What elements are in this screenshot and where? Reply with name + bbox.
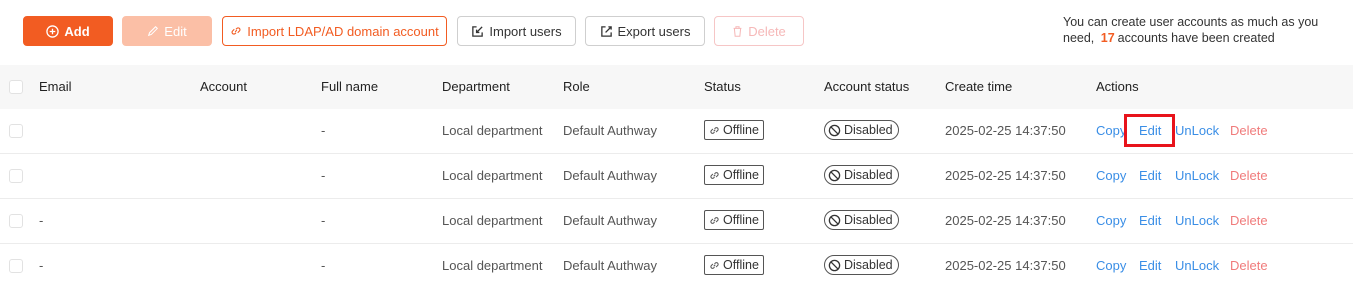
link-icon	[710, 216, 719, 224]
cell-department: Local department	[442, 123, 543, 138]
unlock-link[interactable]: UnLock	[1175, 109, 1219, 153]
import-ldap-button[interactable]: Import LDAP/AD domain account	[222, 16, 447, 46]
pencil-icon	[147, 25, 159, 37]
header-account[interactable]: Account	[200, 65, 247, 109]
delete-link[interactable]: Delete	[1230, 244, 1268, 285]
cell-role: Default Authway	[563, 258, 657, 273]
cell-full-name: -	[321, 258, 326, 273]
copy-link[interactable]: Copy	[1096, 244, 1126, 285]
edit-link[interactable]: Edit	[1139, 244, 1161, 285]
delete-link[interactable]: Delete	[1230, 199, 1268, 243]
delete-link[interactable]: Delete	[1230, 154, 1268, 198]
add-button[interactable]: Add	[23, 16, 113, 46]
export-users-button-label: Export users	[617, 23, 691, 39]
cell-role: Default Authway	[563, 213, 657, 228]
header-email[interactable]: Email	[39, 65, 72, 109]
cell-full-name: -	[321, 168, 326, 183]
table-header: Email Account Full name Department Role …	[0, 65, 1353, 109]
link-icon	[710, 171, 719, 179]
unlock-link[interactable]: UnLock	[1175, 244, 1219, 285]
highlight-box	[1124, 114, 1175, 147]
cell-full-name: -	[321, 213, 326, 228]
import-users-button-label: Import users	[489, 23, 562, 39]
header-role[interactable]: Role	[563, 65, 590, 109]
account-status-label: Disabled	[844, 258, 893, 272]
link-icon	[710, 261, 719, 269]
edit-link[interactable]: Edit	[1139, 199, 1161, 243]
status-badge: Offline	[704, 120, 764, 140]
copy-link[interactable]: Copy	[1096, 199, 1126, 243]
account-status-label: Disabled	[844, 213, 893, 227]
row-checkbox[interactable]	[9, 169, 23, 183]
unlock-link[interactable]: UnLock	[1175, 199, 1219, 243]
edit-button-label: Edit	[164, 23, 187, 39]
status-badge: Offline	[704, 255, 764, 275]
quota-count: 17	[1100, 31, 1115, 45]
cell-role: Default Authway	[563, 168, 657, 183]
cell-department: Local department	[442, 213, 543, 228]
header-full-name[interactable]: Full name	[321, 65, 378, 109]
cell-create-time: 2025-02-25 14:37:50	[945, 258, 1066, 273]
import-ldap-button-label: Import LDAP/AD domain account	[247, 23, 439, 39]
status-label: Offline	[723, 258, 759, 272]
unlock-link[interactable]: UnLock	[1175, 154, 1219, 198]
header-actions: Actions	[1096, 79, 1139, 94]
select-all-checkbox[interactable]	[9, 80, 23, 94]
edit-button[interactable]: Edit	[122, 16, 212, 46]
account-status-badge: Disabled	[824, 255, 899, 275]
status-label: Offline	[723, 213, 759, 227]
status-label: Offline	[723, 123, 759, 137]
table-row: - - Local department Default Authway Off…	[0, 244, 1353, 285]
account-status-badge: Disabled	[824, 210, 899, 230]
cell-email: -	[39, 258, 44, 273]
cell-department: Local department	[442, 168, 543, 183]
plus-circle-icon	[46, 24, 60, 38]
add-button-label: Add	[64, 23, 90, 39]
header-account-status[interactable]: Account status	[824, 65, 909, 109]
import-icon	[471, 25, 484, 38]
cell-create-time: 2025-02-25 14:37:50	[945, 168, 1066, 183]
account-status-badge: Disabled	[824, 120, 899, 140]
cell-email: -	[39, 213, 44, 228]
status-badge: Offline	[704, 210, 764, 230]
cell-department: Local department	[442, 258, 543, 273]
ban-icon	[828, 214, 841, 226]
row-checkbox[interactable]	[9, 124, 23, 138]
status-badge: Offline	[704, 165, 764, 185]
copy-link[interactable]: Copy	[1096, 109, 1126, 153]
header-status[interactable]: Status	[704, 65, 741, 109]
copy-link[interactable]: Copy	[1096, 154, 1126, 198]
cell-full-name: -	[321, 123, 326, 138]
import-users-button[interactable]: Import users	[457, 16, 576, 46]
export-users-button[interactable]: Export users	[585, 16, 705, 46]
edit-link[interactable]: Edit	[1139, 154, 1161, 198]
row-checkbox[interactable]	[9, 259, 23, 273]
link-icon	[230, 25, 242, 37]
header-department[interactable]: Department	[442, 65, 510, 109]
delete-button[interactable]: Delete	[714, 16, 804, 46]
account-status-badge: Disabled	[824, 165, 899, 185]
row-checkbox[interactable]	[9, 214, 23, 228]
delete-button-label: Delete	[748, 23, 786, 39]
link-icon	[710, 126, 719, 134]
header-create-time[interactable]: Create time	[945, 65, 1012, 109]
ban-icon	[828, 124, 841, 136]
ban-icon	[828, 169, 841, 181]
account-status-label: Disabled	[844, 168, 893, 182]
account-status-label: Disabled	[844, 123, 893, 137]
cell-create-time: 2025-02-25 14:37:50	[945, 123, 1066, 138]
cell-create-time: 2025-02-25 14:37:50	[945, 213, 1066, 228]
ban-icon	[828, 259, 841, 271]
delete-link[interactable]: Delete	[1230, 109, 1268, 153]
account-quota-text: You can create user accounts as much as …	[1063, 14, 1343, 46]
cell-role: Default Authway	[563, 123, 657, 138]
trash-icon	[732, 25, 743, 37]
export-icon	[600, 25, 613, 38]
quota-suffix: accounts have been created	[1117, 31, 1275, 45]
table-row: - Local department Default Authway Offli…	[0, 154, 1353, 199]
table-row: - - Local department Default Authway Off…	[0, 199, 1353, 244]
status-label: Offline	[723, 168, 759, 182]
